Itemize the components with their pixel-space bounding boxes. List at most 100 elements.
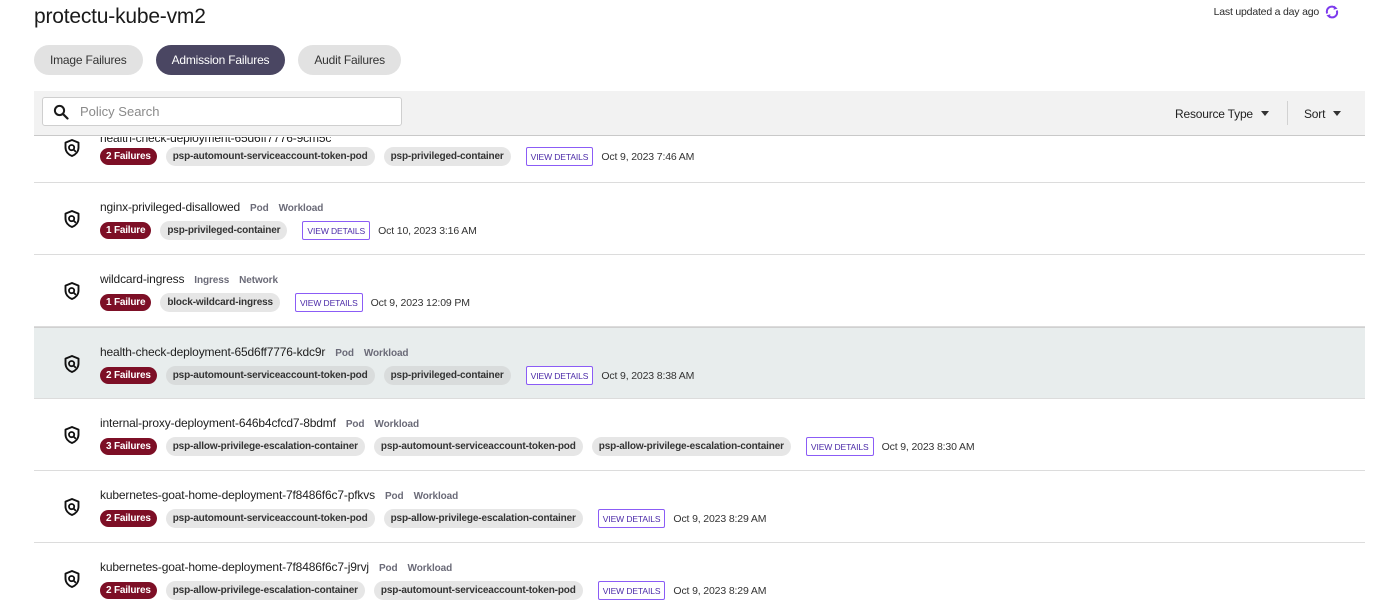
- resource-kind: Pod: [384, 491, 404, 502]
- policy-search-input[interactable]: [80, 104, 380, 119]
- resource-category: Workload: [413, 491, 459, 502]
- policy-chip: psp-automount-serviceaccount-token-pod: [373, 581, 583, 600]
- view-details-button[interactable]: VIEW DETAILS: [597, 509, 666, 528]
- policy-chip: psp-privileged-container: [160, 221, 288, 240]
- tab-audit-failures[interactable]: Audit Failures: [298, 45, 401, 75]
- policy-chip: psp-automount-serviceaccount-token-pod: [165, 509, 375, 528]
- refresh-icon[interactable]: [1324, 4, 1340, 20]
- toolbar-divider: [1287, 101, 1288, 125]
- failure-row[interactable]: kubernetes-goat-home-deployment-7f8486f6…: [34, 543, 1365, 608]
- policy-chip: psp-allow-privilege-escalation-container: [165, 437, 365, 456]
- row-detail-line: 1 Failure block-wildcard-ingress VIEW DETA…: [100, 293, 470, 312]
- resource-kind: Pod: [335, 348, 354, 359]
- failure-tabs: Image Failures Admission Failures Audit …: [34, 45, 401, 75]
- failure-count-badge: 2 Failures: [100, 510, 157, 527]
- chevron-down-icon: [1260, 111, 1269, 116]
- admission-failures-list: health-check-deployment-65d6ff7776-9cm5c…: [34, 137, 1365, 608]
- chevron-down-icon: [1333, 111, 1342, 116]
- policy-chip: psp-allow-privilege-escalation-container: [165, 581, 365, 600]
- resource-category: Workload: [278, 203, 324, 214]
- row-title-line: kubernetes-goat-home-deployment-7f8486f6…: [100, 488, 458, 502]
- failure-row[interactable]: internal-proxy-deployment-646b4cfcd7-8bd…: [34, 399, 1365, 471]
- failure-count-badge: 2 Failures: [100, 367, 157, 384]
- failure-date: Oct 9, 2023 8:30 AM: [881, 440, 975, 453]
- row-detail-line: 3 Failures psp-allow-privilege-escalation…: [100, 437, 975, 456]
- resource-category: Workload: [363, 348, 409, 359]
- failure-count-badge: 3 Failures: [100, 438, 157, 455]
- search-icon: [53, 104, 69, 120]
- policy-chip: psp-allow-privilege-escalation-container: [383, 509, 583, 528]
- resource-name: health-check-deployment-65d6ff7776-kdc9r: [100, 345, 326, 359]
- shield-icon: [62, 354, 82, 374]
- policy-chip: psp-privileged-container: [383, 147, 511, 166]
- failure-count-badge: 2 Failures: [100, 148, 157, 165]
- last-updated-text: Last updated a day ago: [1213, 6, 1320, 18]
- failure-date: Oct 9, 2023 8:38 AM: [601, 369, 695, 382]
- tab-image-failures[interactable]: Image Failures: [34, 45, 143, 75]
- row-detail-line: 2 Failures psp-automount-serviceaccount-t…: [100, 147, 694, 166]
- view-details-button[interactable]: VIEW DETAILS: [525, 366, 594, 385]
- view-details-button[interactable]: VIEW DETAILS: [805, 437, 874, 456]
- policy-chip: psp-automount-serviceaccount-token-pod: [165, 366, 375, 385]
- page-title: protectu-kube-vm2: [34, 5, 206, 28]
- row-detail-line: 1 Failure psp-privileged-container VIEW DE…: [100, 221, 477, 240]
- view-details-button[interactable]: VIEW DETAILS: [294, 293, 363, 312]
- policy-chip: psp-automount-serviceaccount-token-pod: [165, 147, 375, 166]
- tab-admission-failures[interactable]: Admission Failures: [155, 45, 286, 75]
- resource-kind: Ingress: [194, 275, 230, 286]
- resource-name: kubernetes-goat-home-deployment-7f8486f6…: [100, 560, 369, 574]
- failure-row[interactable]: health-check-deployment-65d6ff7776-kdc9r…: [34, 327, 1365, 399]
- failure-row[interactable]: nginx-privileged-disallowed Pod Workload 1 …: [34, 183, 1365, 255]
- resource-name: kubernetes-goat-home-deployment-7f8486f6…: [100, 488, 375, 502]
- resource-kind: Pod: [378, 563, 398, 574]
- policy-chip: psp-allow-privilege-escalation-container: [591, 437, 791, 456]
- failure-count-badge: 1 Failure: [100, 294, 152, 311]
- resource-category: Workload: [374, 419, 419, 430]
- resource-kind: Pod: [250, 203, 269, 214]
- sort-label: Sort: [1304, 106, 1326, 121]
- failure-date: Oct 9, 2023 7:46 AM: [601, 150, 695, 163]
- resource-type-dropdown[interactable]: Resource Type: [1175, 91, 1269, 136]
- row-title-line: wildcard-ingress Ingress Network: [100, 272, 278, 286]
- row-title-line: health-check-deployment-65d6ff7776-9cm5c: [100, 137, 331, 145]
- policy-chip: psp-automount-serviceaccount-token-pod: [373, 437, 583, 456]
- failure-date: Oct 9, 2023 8:29 AM: [673, 512, 767, 525]
- failure-date: Oct 10, 2023 3:16 AM: [378, 224, 477, 237]
- view-details-button[interactable]: VIEW DETAILS: [302, 221, 371, 240]
- policy-chip: psp-privileged-container: [383, 366, 511, 385]
- row-detail-line: 2 Failures psp-automount-serviceaccount-t…: [100, 366, 694, 385]
- policy-chip: block-wildcard-ingress: [160, 293, 280, 312]
- failure-row[interactable]: kubernetes-goat-home-deployment-7f8486f6…: [34, 471, 1365, 543]
- row-title-line: health-check-deployment-65d6ff7776-kdc9r…: [100, 345, 409, 359]
- resource-category: Network: [239, 275, 278, 286]
- failure-date: Oct 9, 2023 12:09 PM: [370, 296, 470, 309]
- failure-row[interactable]: health-check-deployment-65d6ff7776-9cm5c…: [34, 137, 1365, 183]
- toolbar: Resource Type Sort: [34, 91, 1365, 136]
- sort-dropdown[interactable]: Sort: [1304, 91, 1342, 136]
- failure-count-badge: 2 Failures: [100, 582, 157, 599]
- row-title-line: internal-proxy-deployment-646b4cfcd7-8bd…: [100, 416, 419, 430]
- failure-row[interactable]: wildcard-ingress Ingress Network 1 Failure b…: [34, 255, 1365, 327]
- row-detail-line: 2 Failures psp-allow-privilege-escalation…: [100, 581, 766, 600]
- row-detail-line: 2 Failures psp-automount-serviceaccount-t…: [100, 509, 766, 528]
- row-title-line: nginx-privileged-disallowed Pod Workload: [100, 200, 323, 214]
- search-box[interactable]: [42, 97, 402, 126]
- view-details-button[interactable]: VIEW DETAILS: [525, 147, 594, 166]
- failure-count-badge: 1 Failure: [100, 222, 152, 239]
- shield-icon: [62, 281, 82, 301]
- last-updated: Last updated a day ago: [1214, 4, 1340, 20]
- view-details-button[interactable]: VIEW DETAILS: [597, 581, 666, 600]
- shield-icon: [62, 138, 82, 158]
- resource-name: wildcard-ingress: [100, 272, 185, 286]
- shield-icon: [62, 425, 82, 445]
- shield-icon: [62, 497, 82, 517]
- resource-name: nginx-privileged-disallowed: [100, 200, 241, 214]
- failure-date: Oct 9, 2023 8:29 AM: [673, 584, 767, 597]
- shield-icon: [62, 209, 82, 229]
- row-title-line: kubernetes-goat-home-deployment-7f8486f6…: [100, 560, 452, 574]
- resource-name: health-check-deployment-65d6ff7776-9cm5c: [100, 137, 332, 145]
- shield-icon: [62, 569, 82, 589]
- resource-category: Workload: [407, 563, 453, 574]
- resource-type-label: Resource Type: [1175, 106, 1253, 121]
- resource-kind: Pod: [345, 419, 365, 430]
